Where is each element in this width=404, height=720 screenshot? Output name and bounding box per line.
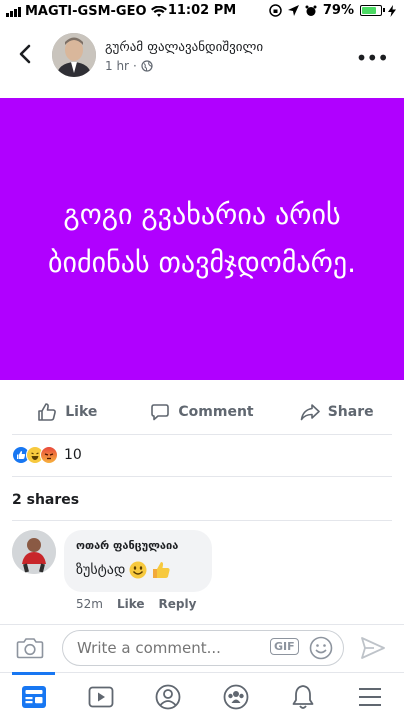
- smile-emoji-icon: [129, 561, 147, 579]
- globe-icon: [141, 60, 153, 72]
- meta-separator: ·: [133, 59, 137, 73]
- post-background[interactable]: გოგი გვახარია არის ბიძინას თავმჯდომარე.: [0, 98, 404, 380]
- status-right: 79%: [269, 3, 396, 18]
- post-header: გურამ ფალავანდიშვილი 1 hr · •••: [0, 28, 404, 86]
- comment-text-row: ზუსტად: [76, 560, 200, 580]
- commenter-name[interactable]: ოთარ ფანცულაია: [76, 539, 200, 552]
- share-button[interactable]: Share: [269, 390, 404, 434]
- nav-menu[interactable]: [337, 673, 404, 720]
- battery-fill: [362, 7, 377, 14]
- watch-icon: [88, 686, 114, 707]
- actions-divider: [12, 434, 392, 435]
- comment-actions: 52m Like Reply: [76, 597, 196, 611]
- comment-text: ზუსტად: [76, 562, 126, 578]
- share-label: Share: [327, 404, 374, 420]
- camera-icon[interactable]: [16, 636, 44, 660]
- post-text: გოგი გვახარია არის ბიძინას თავმჯდომარე.: [48, 198, 356, 279]
- gif-icon[interactable]: GIF: [270, 638, 299, 655]
- groups-icon: [223, 684, 249, 709]
- shares-count[interactable]: 2 shares: [12, 492, 79, 508]
- share-icon: [300, 404, 320, 421]
- more-options-icon[interactable]: •••: [356, 46, 389, 70]
- bottom-nav: [0, 672, 404, 720]
- status-bar: MAGTI-GSM-GEO 11:02 PM 79%: [0, 0, 404, 22]
- reactions-divider: [12, 476, 392, 477]
- thumbs-up-emoji-icon: [153, 562, 170, 578]
- comment-time: 52m: [76, 597, 103, 611]
- comment-like-button[interactable]: Like: [117, 597, 145, 611]
- comment-icon: [151, 404, 170, 421]
- angry-reaction-icon: [40, 446, 58, 464]
- battery-label: 79%: [322, 3, 354, 18]
- comment-reply-button[interactable]: Reply: [159, 597, 197, 611]
- nav-watch[interactable]: [67, 673, 134, 720]
- author-photo: [52, 33, 96, 77]
- like-button[interactable]: Like: [0, 390, 135, 434]
- reactions-summary[interactable]: 10: [12, 444, 82, 466]
- nav-groups[interactable]: [202, 673, 269, 720]
- nav-profile[interactable]: [135, 673, 202, 720]
- comment-bubble[interactable]: ოთარ ფანცულაია ზუსტად: [64, 530, 212, 592]
- reaction-count: 10: [64, 447, 82, 463]
- post-actions: Like Comment Share: [0, 390, 404, 434]
- battery-icon: [360, 5, 385, 16]
- post-time[interactable]: 1 hr: [105, 59, 129, 73]
- author-avatar[interactable]: [52, 33, 96, 77]
- like-icon: [38, 403, 57, 421]
- comment-composer: GIF: [0, 624, 404, 670]
- commenter-avatar[interactable]: [12, 530, 56, 574]
- news-feed-icon: [21, 685, 46, 708]
- notifications-icon: [292, 684, 314, 709]
- comment-label: Comment: [178, 404, 254, 420]
- author-name[interactable]: გურამ ფალავანდიშვილი: [105, 40, 263, 55]
- rotation-lock-icon: [269, 4, 282, 17]
- post-meta: 1 hr ·: [105, 59, 153, 73]
- commenter-photo: [12, 530, 56, 574]
- shares-divider: [12, 520, 392, 521]
- nav-news-feed[interactable]: [0, 672, 67, 720]
- menu-icon: [359, 687, 382, 706]
- alarm-icon: [305, 5, 317, 16]
- location-icon: [287, 4, 299, 16]
- emoji-picker-icon[interactable]: [309, 636, 333, 660]
- charging-icon: [388, 4, 396, 17]
- nav-notifications[interactable]: [269, 673, 336, 720]
- like-label: Like: [65, 404, 98, 420]
- back-icon[interactable]: [14, 42, 38, 66]
- send-icon[interactable]: [360, 635, 386, 661]
- comment-input[interactable]: [62, 630, 344, 666]
- profile-icon: [155, 684, 181, 709]
- comment-button[interactable]: Comment: [135, 390, 270, 434]
